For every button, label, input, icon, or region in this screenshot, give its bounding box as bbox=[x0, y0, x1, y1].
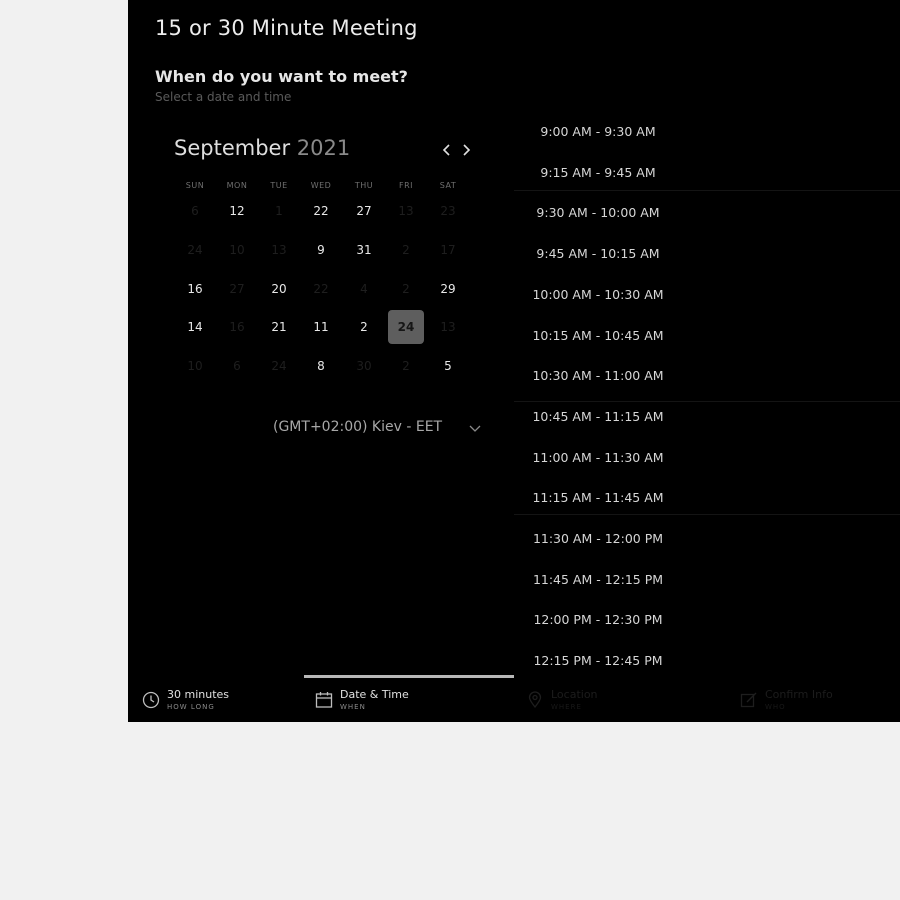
time-slot[interactable]: 10:45 AM - 11:15 AM bbox=[488, 407, 708, 427]
meeting-title: 15 or 30 Minute Meeting bbox=[155, 16, 418, 40]
time-slot[interactable]: 11:30 AM - 12:00 PM bbox=[488, 529, 708, 549]
calendar-day-unavailable: 2 bbox=[402, 359, 410, 373]
chevron-left-icon bbox=[442, 144, 450, 156]
time-slot[interactable]: 9:45 AM - 10:15 AM bbox=[488, 244, 708, 264]
calendar-day[interactable]: 8 bbox=[303, 349, 339, 383]
month-label: September bbox=[174, 136, 291, 160]
weekday-label: SUN bbox=[185, 181, 205, 190]
time-slot[interactable]: 9:15 AM - 9:45 AM bbox=[488, 163, 708, 183]
time-slot[interactable]: 10:00 AM - 10:30 AM bbox=[488, 285, 708, 305]
time-slot[interactable]: 10:15 AM - 10:45 AM bbox=[488, 326, 708, 346]
slot-divider bbox=[514, 401, 900, 402]
time-slot[interactable]: 11:00 AM - 11:30 AM bbox=[488, 448, 708, 468]
calendar-day-unavailable: 16 bbox=[229, 320, 245, 334]
calendar-day-unavailable: 10 bbox=[229, 243, 245, 257]
calendar-day-unavailable: 6 bbox=[191, 204, 199, 218]
calendar-day[interactable]: 11 bbox=[303, 310, 339, 344]
calendar-day[interactable]: 2 bbox=[346, 310, 382, 344]
step-sublabel: WHEN bbox=[340, 703, 366, 711]
calendar-day[interactable]: 27 bbox=[346, 194, 382, 228]
calendar-day-unavailable: 23 bbox=[440, 204, 456, 218]
step-sublabel: HOW LONG bbox=[167, 703, 215, 711]
weekday-label: SAT bbox=[439, 181, 457, 190]
calendar-day-unavailable: 24 bbox=[187, 243, 203, 257]
weekday-label: WED bbox=[310, 181, 332, 190]
year-label: 2021 bbox=[296, 136, 351, 160]
calendar-icon bbox=[315, 692, 333, 708]
slot-divider bbox=[514, 190, 900, 191]
next-month-button[interactable] bbox=[458, 141, 474, 159]
calendar-day[interactable]: 16 bbox=[177, 272, 213, 306]
calendar-day[interactable]: 29 bbox=[430, 272, 466, 306]
calendar-day-unavailable: 2 bbox=[402, 243, 410, 257]
time-slot[interactable]: 12:00 PM - 12:30 PM bbox=[488, 610, 708, 630]
calendar-day-unavailable: 13 bbox=[271, 243, 287, 257]
calendar-day-selected[interactable]: 24 bbox=[388, 310, 424, 344]
step-sublabel: WHERE bbox=[551, 703, 582, 711]
calendar-day-unavailable: 10 bbox=[187, 359, 203, 373]
chevron-right-icon bbox=[463, 144, 471, 156]
step-sublabel: WHO bbox=[765, 703, 786, 711]
time-slot[interactable]: 11:45 AM - 12:15 PM bbox=[488, 570, 708, 590]
calendar-day[interactable]: 12 bbox=[219, 194, 255, 228]
step-label: Confirm Info bbox=[765, 688, 833, 701]
calendar-day-unavailable: 30 bbox=[356, 359, 372, 373]
calendar-day[interactable]: 31 bbox=[346, 233, 382, 267]
calendar-day-unavailable: 2 bbox=[402, 282, 410, 296]
calendar-day[interactable]: 5 bbox=[430, 349, 466, 383]
previous-month-button[interactable] bbox=[439, 141, 455, 159]
calendar-day-unavailable: 17 bbox=[440, 243, 456, 257]
scheduler-panel: 15 or 30 Minute Meeting When do you want… bbox=[128, 0, 900, 722]
time-slot[interactable]: 10:30 AM - 11:00 AM bbox=[488, 366, 708, 386]
calendar-day[interactable]: 20 bbox=[261, 272, 297, 306]
time-slot[interactable]: 9:30 AM - 10:00 AM bbox=[488, 203, 708, 223]
step-label: Location bbox=[551, 688, 598, 701]
step-heading: When do you want to meet? bbox=[155, 67, 408, 86]
time-slot[interactable]: 11:15 AM - 11:45 AM bbox=[488, 488, 708, 508]
slot-divider bbox=[514, 514, 900, 515]
map-pin-icon bbox=[528, 691, 542, 709]
calendar-day[interactable]: 9 bbox=[303, 233, 339, 267]
calendar-day-unavailable: 6 bbox=[233, 359, 241, 373]
calendar-day-unavailable: 24 bbox=[271, 359, 287, 373]
calendar-day-unavailable: 13 bbox=[440, 320, 456, 334]
time-slot[interactable]: 12:15 PM - 12:45 PM bbox=[488, 651, 708, 671]
step-label: 30 minutes bbox=[167, 688, 230, 701]
calendar-day[interactable]: 22 bbox=[303, 194, 339, 228]
calendar-day-unavailable: 27 bbox=[229, 282, 245, 296]
calendar-day-unavailable: 13 bbox=[398, 204, 414, 218]
edit-icon bbox=[740, 692, 757, 708]
weekday-label: TUE bbox=[270, 181, 288, 190]
clock-icon bbox=[142, 691, 160, 709]
timezone-label: (GMT+02:00) Kiev - EET bbox=[273, 419, 443, 435]
active-step-indicator bbox=[304, 675, 514, 678]
month-year-label: September 2021 bbox=[174, 136, 350, 160]
weekday-label: MON bbox=[226, 181, 248, 190]
step-subheading: Select a date and time bbox=[155, 90, 292, 104]
calendar-day[interactable]: 21 bbox=[261, 310, 297, 344]
calendar-day-unavailable: 22 bbox=[313, 282, 329, 296]
chevron-down-icon bbox=[469, 425, 481, 432]
calendar-day-unavailable: 4 bbox=[360, 282, 368, 296]
step-label: Date & Time bbox=[340, 688, 409, 701]
calendar-day[interactable]: 14 bbox=[177, 310, 213, 344]
weekday-label: FRI bbox=[398, 181, 414, 190]
time-slot[interactable]: 9:00 AM - 9:30 AM bbox=[488, 122, 708, 142]
weekday-label: THU bbox=[354, 181, 374, 190]
calendar-day-unavailable: 1 bbox=[275, 204, 283, 218]
